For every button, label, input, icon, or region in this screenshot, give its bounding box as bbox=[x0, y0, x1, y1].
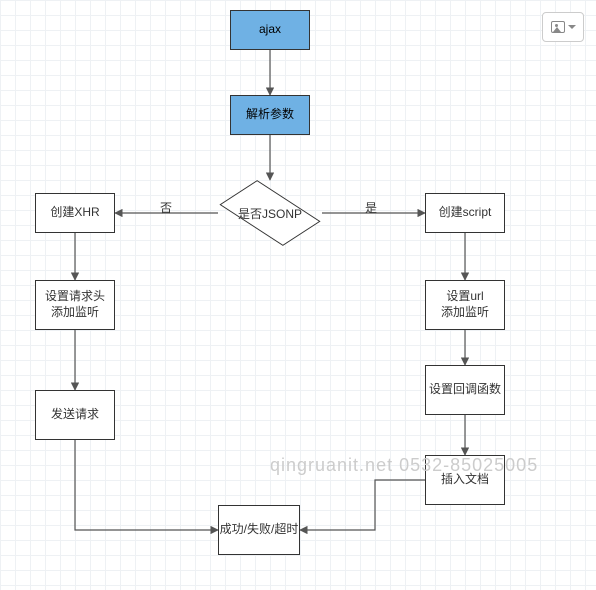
image-icon bbox=[551, 21, 565, 33]
node-xhr[interactable]: 创建XHR bbox=[35, 193, 115, 233]
node-script[interactable]: 创建script bbox=[425, 193, 505, 233]
edge-label-yes: 是 bbox=[365, 199, 377, 216]
node-label: 成功/失败/超时 bbox=[220, 522, 299, 538]
node-label: 创建XHR bbox=[50, 205, 99, 221]
node-set-header[interactable]: 设置请求头 添加监听 bbox=[35, 280, 115, 330]
node-set-url[interactable]: 设置url 添加监听 bbox=[425, 280, 505, 330]
node-result[interactable]: 成功/失败/超时 bbox=[218, 505, 300, 555]
flowchart-canvas: ajax 解析参数 是否JSONP 创建XHR 创建script 设置请求头 添… bbox=[0, 0, 596, 590]
node-label: 解析参数 bbox=[246, 107, 294, 123]
chevron-down-icon bbox=[568, 25, 576, 29]
node-insert[interactable]: 插入文档 bbox=[425, 455, 505, 505]
node-send[interactable]: 发送请求 bbox=[35, 390, 115, 440]
node-label: 设置回调函数 bbox=[429, 382, 501, 398]
node-parse[interactable]: 解析参数 bbox=[230, 95, 310, 135]
node-label: 是否JSONP bbox=[238, 205, 302, 222]
node-jsonp-decision[interactable]: 是否JSONP bbox=[218, 180, 322, 246]
node-label: 发送请求 bbox=[51, 407, 99, 423]
node-label: 设置url 添加监听 bbox=[441, 289, 489, 320]
node-label: 创建script bbox=[439, 205, 492, 221]
node-callback[interactable]: 设置回调函数 bbox=[425, 365, 505, 415]
edge-label-no: 否 bbox=[160, 199, 172, 216]
node-label: 设置请求头 添加监听 bbox=[45, 289, 105, 320]
node-label: ajax bbox=[259, 22, 281, 38]
node-ajax[interactable]: ajax bbox=[230, 10, 310, 50]
image-dropdown-button[interactable] bbox=[542, 12, 584, 42]
node-label: 插入文档 bbox=[441, 472, 489, 488]
